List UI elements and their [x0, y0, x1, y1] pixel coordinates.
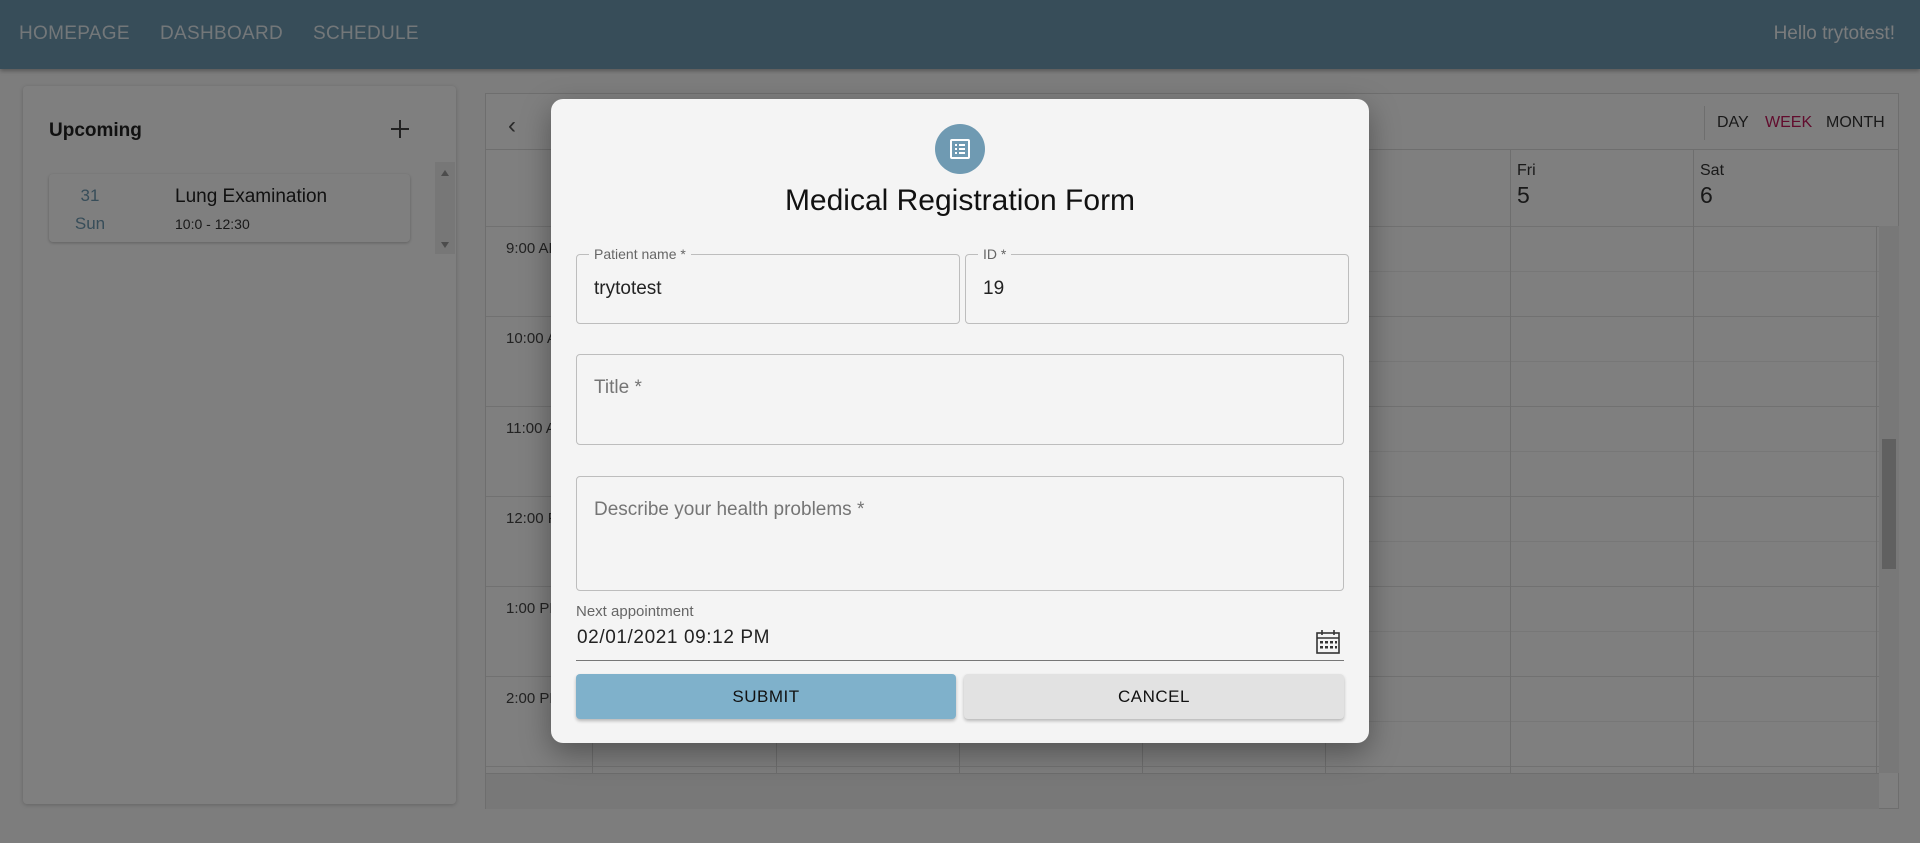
health-problems-placeholder: Describe your health problems * [594, 499, 865, 520]
submit-button[interactable]: SUBMIT [576, 674, 956, 719]
patient-name-field[interactable]: Patient name * trytotest [576, 246, 960, 324]
next-appointment-input[interactable]: 02/01/2021 09:12 PM [577, 627, 770, 649]
id-value: 19 [983, 278, 1005, 299]
title-placeholder: Title * [594, 377, 642, 398]
next-appointment-label: Next appointment [576, 603, 694, 620]
id-label: ID * [978, 246, 1012, 262]
registration-modal: Medical Registration Form Patient name *… [551, 99, 1369, 743]
form-list-icon [935, 124, 985, 174]
modal-title: Medical Registration Form [784, 184, 1136, 217]
date-field-underline [576, 660, 1344, 661]
patient-name-label: Patient name * [589, 246, 691, 262]
health-problems-field[interactable]: Describe your health problems * [576, 476, 1344, 591]
title-field[interactable]: Title * [576, 354, 1344, 445]
id-field[interactable]: ID * 19 [965, 246, 1349, 324]
patient-name-value: trytotest [594, 278, 662, 299]
calendar-icon[interactable] [1315, 629, 1341, 655]
cancel-button[interactable]: CANCEL [964, 674, 1344, 719]
